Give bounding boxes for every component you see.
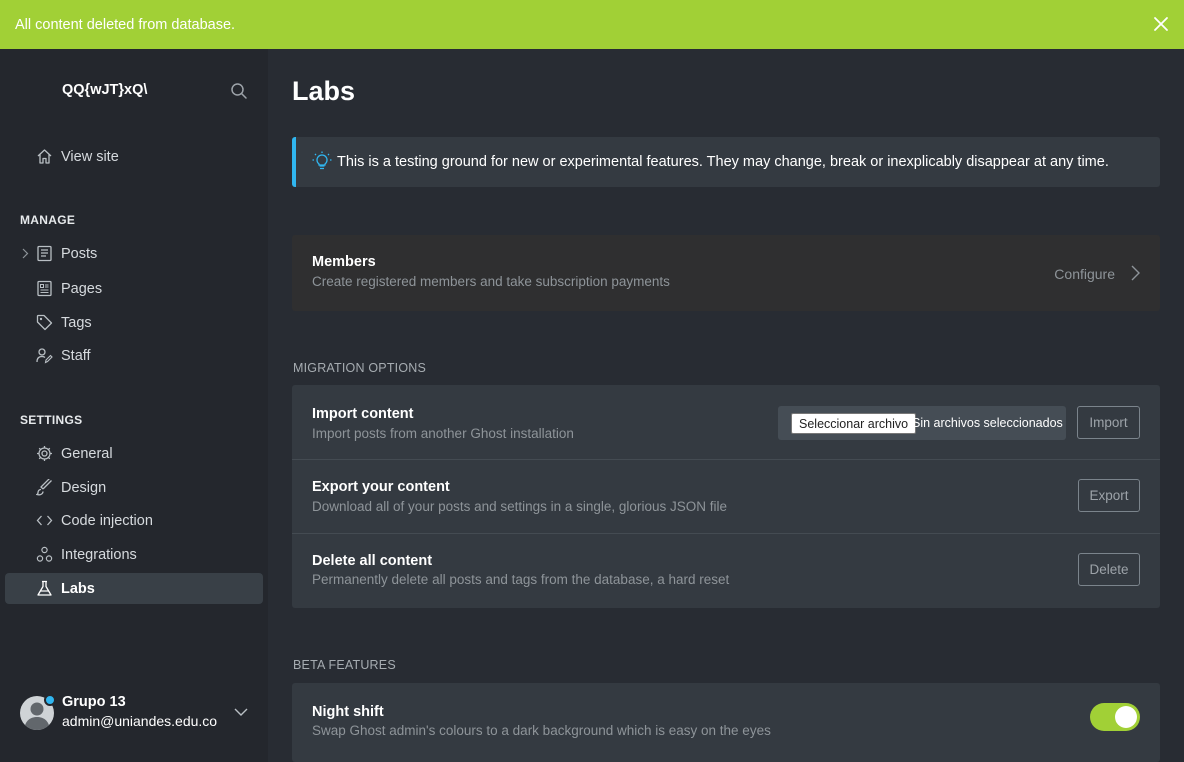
code-icon bbox=[36, 515, 53, 526]
flask-icon bbox=[37, 580, 52, 596]
sidebar-item-posts[interactable]: Posts bbox=[5, 238, 263, 269]
chevron-down-icon[interactable] bbox=[233, 706, 249, 718]
members-title: Members bbox=[312, 254, 376, 270]
sidebar-item-code-injection[interactable]: Code injection bbox=[5, 505, 263, 536]
night-shift-title: Night shift bbox=[312, 704, 384, 720]
migration-card: Import content Import posts from another… bbox=[292, 385, 1160, 608]
export-description: Download all of your posts and settings … bbox=[312, 499, 727, 514]
night-shift-toggle[interactable] bbox=[1090, 703, 1140, 731]
delete-row: Delete all content Permanently delete al… bbox=[292, 533, 1160, 607]
user-name: Grupo 13 bbox=[62, 694, 126, 710]
delete-title: Delete all content bbox=[312, 553, 433, 569]
export-button[interactable]: Export bbox=[1078, 479, 1140, 512]
migration-header: MIGRATION OPTIONS bbox=[293, 361, 427, 375]
export-row: Export your content Download all of your… bbox=[292, 459, 1160, 533]
import-title: Import content bbox=[312, 406, 414, 422]
page-title: Labs bbox=[292, 76, 356, 106]
search-icon[interactable] bbox=[230, 82, 248, 100]
sidebar-item-labs[interactable]: Labs bbox=[5, 573, 263, 604]
staff-icon bbox=[36, 348, 53, 364]
sidebar-item-label: General bbox=[61, 445, 113, 462]
toggle-knob bbox=[1115, 706, 1137, 728]
close-icon[interactable] bbox=[1152, 15, 1170, 33]
blog-title[interactable]: QQ{wJT}xQ\ bbox=[62, 82, 147, 98]
info-callout: This is a testing ground for new or expe… bbox=[292, 137, 1160, 187]
gear-icon bbox=[37, 446, 52, 461]
home-icon bbox=[37, 149, 52, 164]
sidebar-item-label: Labs bbox=[61, 580, 95, 597]
notification-message: All content deleted from database. bbox=[15, 16, 236, 33]
import-button[interactable]: Import bbox=[1077, 406, 1140, 439]
user-email: admin@uniandes.edu.co bbox=[62, 713, 218, 729]
sidebar-item-staff[interactable]: Staff bbox=[5, 340, 263, 371]
pages-icon bbox=[37, 280, 52, 297]
sidebar-item-integrations[interactable]: Integrations bbox=[5, 539, 263, 570]
export-title: Export your content bbox=[312, 479, 450, 495]
sidebar-item-general[interactable]: General bbox=[5, 438, 263, 469]
sidebar-item-pages[interactable]: Pages bbox=[5, 273, 263, 304]
notification-banner: All content deleted from database. bbox=[0, 0, 1184, 49]
lightbulb-icon bbox=[312, 151, 332, 170]
posts-icon bbox=[37, 245, 52, 262]
settings-header: SETTINGS bbox=[20, 413, 83, 427]
delete-button[interactable]: Delete bbox=[1078, 553, 1140, 586]
sidebar-item-label: Tags bbox=[61, 314, 92, 331]
sidebar-item-label: Pages bbox=[61, 280, 103, 297]
status-dot bbox=[44, 694, 56, 706]
view-site-link[interactable]: View site bbox=[5, 141, 263, 172]
brush-icon bbox=[36, 479, 52, 496]
sidebar-item-label: Integrations bbox=[61, 546, 137, 563]
file-status: Sin archivos seleccionados bbox=[912, 416, 1063, 430]
chevron-right-icon[interactable] bbox=[20, 248, 30, 259]
user-menu[interactable]: Grupo 13 admin@uniandes.edu.co bbox=[20, 694, 258, 734]
chevron-right-icon[interactable] bbox=[1130, 264, 1142, 282]
beta-card: Night shift Swap Ghost admin's colours t… bbox=[292, 683, 1160, 762]
sidebar-item-design[interactable]: Design bbox=[5, 472, 263, 503]
configure-link[interactable]: Configure bbox=[1054, 266, 1115, 282]
sidebar-item-label: Code injection bbox=[61, 512, 153, 529]
info-text: This is a testing ground for new or expe… bbox=[337, 154, 1109, 170]
sidebar-item-label: Staff bbox=[61, 347, 91, 364]
sidebar-item-label: Design bbox=[61, 479, 107, 496]
sidebar-item-tags[interactable]: Tags bbox=[5, 307, 263, 338]
members-description: Create registered members and take subsc… bbox=[312, 274, 670, 289]
view-site-label: View site bbox=[61, 148, 119, 165]
sidebar-item-label: Posts bbox=[61, 245, 98, 262]
delete-description: Permanently delete all posts and tags fr… bbox=[312, 572, 730, 587]
main-content: Labs This is a testing ground for new or… bbox=[268, 49, 1184, 762]
choose-file-button[interactable]: Seleccionar archivo bbox=[791, 413, 917, 434]
sidebar: QQ{wJT}xQ\ View site MANAGE Posts Pages bbox=[0, 49, 268, 762]
import-row: Import content Import posts from another… bbox=[292, 385, 1160, 459]
file-input[interactable]: Seleccionar archivo Sin archivos selecci… bbox=[778, 406, 1066, 440]
integrations-icon bbox=[36, 546, 53, 562]
beta-header: BETA FEATURES bbox=[293, 658, 396, 672]
tag-icon bbox=[36, 314, 53, 331]
manage-header: MANAGE bbox=[20, 213, 76, 227]
night-shift-description: Swap Ghost admin's colours to a dark bac… bbox=[312, 723, 771, 738]
import-description: Import posts from another Ghost installa… bbox=[312, 426, 574, 441]
members-card[interactable]: Members Create registered members and ta… bbox=[292, 235, 1160, 311]
